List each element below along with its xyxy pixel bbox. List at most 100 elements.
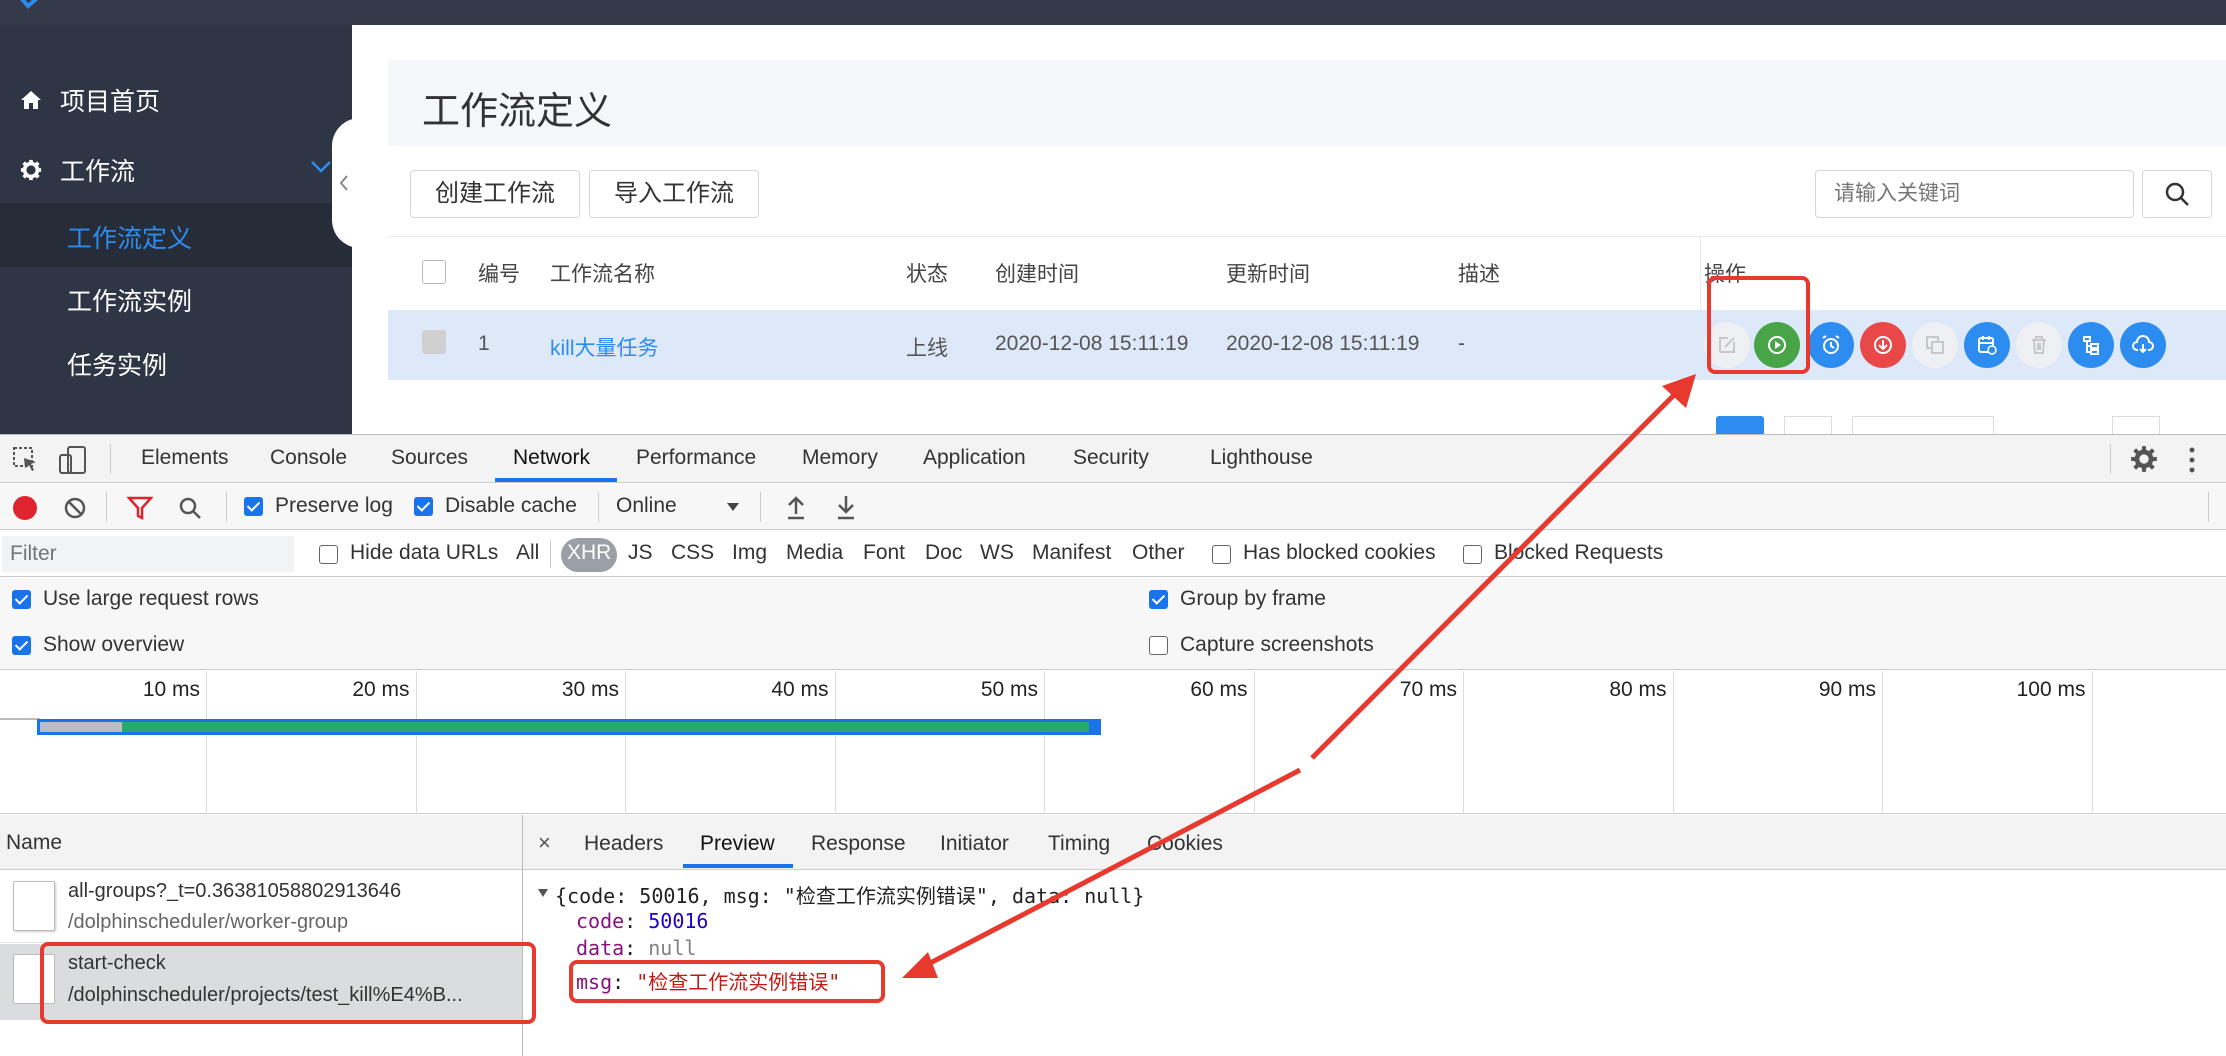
group-by-frame-checkbox[interactable]: [1149, 590, 1168, 609]
row-updated-time: 2020-12-08 15:11:19: [1226, 332, 1420, 355]
trash-icon: [2032, 336, 2046, 354]
expand-triangle-icon[interactable]: [537, 888, 549, 898]
pagination-page-size[interactable]: [1852, 416, 1994, 436]
search-icon[interactable]: [178, 496, 202, 520]
filter-type-xhr[interactable]: XHR: [567, 541, 611, 565]
sidebar-item-workflow[interactable]: 工作流: [20, 152, 332, 188]
search-icon: [2165, 182, 2189, 206]
detail-tabbar: [523, 815, 2226, 870]
pagination-jump-input[interactable]: [2112, 416, 2160, 436]
show-overview-label: Show overview: [43, 633, 185, 656]
blocked-requests-checkbox[interactable]: [1463, 545, 1482, 564]
inspect-element-icon[interactable]: [12, 446, 40, 474]
row-status: 上线: [906, 337, 948, 360]
pagination-current-page[interactable]: [1716, 416, 1764, 436]
clear-icon[interactable]: [63, 496, 87, 520]
detail-tab-response[interactable]: Response: [811, 832, 906, 856]
filter-type-media[interactable]: Media: [786, 541, 843, 565]
timeline-tick-label: 90 ms: [1818, 678, 1876, 701]
preserve-log-checkbox[interactable]: [244, 497, 263, 516]
tab-network[interactable]: Network: [513, 446, 590, 470]
request-row[interactable]: all-groups?_t=0.36381058802913646 /dolph…: [0, 871, 522, 943]
name-column-header[interactable]: Name: [6, 831, 62, 855]
filter-icon[interactable]: [127, 496, 153, 520]
throttling-select[interactable]: Online: [616, 494, 677, 518]
preview-summary[interactable]: {code: 50016, msg: "检查工作流实例错误", data: nu…: [555, 880, 1144, 909]
filter-type-manifest[interactable]: Manifest: [1032, 541, 1111, 565]
copy-icon: [1926, 336, 1944, 354]
timeline-gridline: [206, 671, 207, 814]
capture-screenshots-checkbox[interactable]: [1149, 636, 1168, 655]
filter-type-all[interactable]: All: [516, 541, 539, 565]
detail-tab-headers[interactable]: Headers: [584, 832, 663, 856]
tab-security[interactable]: Security: [1073, 446, 1149, 470]
create-workflow-button[interactable]: 创建工作流: [410, 170, 580, 218]
search-button[interactable]: [2142, 170, 2212, 218]
copy-button[interactable]: [1912, 322, 1958, 368]
offline-button[interactable]: [1860, 322, 1906, 368]
timeline-tick-label: 100 ms: [2016, 678, 2086, 701]
detail-tab-cookies[interactable]: Cookies: [1147, 832, 1223, 856]
search-input[interactable]: [1815, 170, 2134, 218]
tab-memory[interactable]: Memory: [802, 446, 878, 470]
show-overview-checkbox[interactable]: [12, 636, 31, 655]
active-tab-indicator: [495, 478, 617, 482]
row-description: -: [1458, 332, 1465, 355]
pagination-next-page[interactable]: [1784, 416, 1832, 436]
detail-tab-initiator[interactable]: Initiator: [940, 832, 1009, 856]
home-icon: [21, 91, 41, 109]
disable-cache-checkbox[interactable]: [414, 497, 433, 516]
timeline-gridline: [2091, 671, 2093, 814]
caret-down-icon: [727, 503, 739, 511]
tab-elements[interactable]: Elements: [141, 446, 229, 470]
device-toolbar-icon[interactable]: [58, 445, 88, 475]
detail-tab-timing[interactable]: Timing: [1048, 832, 1110, 856]
alarm-clock-icon: [1822, 335, 1840, 354]
tab-performance[interactable]: Performance: [636, 446, 756, 470]
export-har-icon[interactable]: [835, 494, 857, 520]
delete-button[interactable]: [2016, 322, 2062, 368]
tab-console[interactable]: Console: [270, 446, 347, 470]
sidebar-item-workflow-instance[interactable]: 工作流实例: [67, 282, 192, 318]
select-all-checkbox[interactable]: [422, 260, 446, 284]
filter-type-doc[interactable]: Doc: [925, 541, 962, 565]
request-name: all-groups?_t=0.36381058802913646: [68, 880, 402, 902]
import-har-icon[interactable]: [785, 494, 807, 520]
detail-tab-preview[interactable]: Preview: [700, 832, 775, 856]
large-rows-checkbox[interactable]: [12, 590, 31, 609]
sidebar-item-task-instance[interactable]: 任务实例: [67, 346, 167, 382]
export-button[interactable]: [2120, 322, 2166, 368]
filter-type-font[interactable]: Font: [863, 541, 905, 565]
filter-type-img[interactable]: Img: [732, 541, 767, 565]
filter-type-ws[interactable]: WS: [980, 541, 1014, 565]
request-bar-download: [122, 722, 1089, 732]
tab-sources[interactable]: Sources: [391, 446, 468, 470]
timing-button[interactable]: [1808, 322, 1854, 368]
settings-gear-icon[interactable]: [2130, 445, 2158, 473]
timeline-tick-label: 20 ms: [352, 678, 410, 701]
blocked-requests-label: Blocked Requests: [1494, 541, 1664, 564]
cron-manage-button[interactable]: [1964, 322, 2010, 368]
row-checkbox[interactable]: [422, 330, 446, 354]
record-icon[interactable]: [13, 496, 37, 520]
import-workflow-button[interactable]: 导入工作流: [589, 170, 759, 218]
sidebar-item-workflow-definition[interactable]: 工作流定义: [0, 203, 352, 267]
tab-application[interactable]: Application: [923, 446, 1026, 470]
sidebar-item-label: 任务实例: [67, 352, 168, 380]
filter-input[interactable]: [2, 536, 294, 572]
has-blocked-cookies-checkbox[interactable]: [1212, 545, 1231, 564]
close-detail-button[interactable]: ×: [538, 830, 551, 856]
tree-view-button[interactable]: [2068, 322, 2114, 368]
filter-type-other[interactable]: Other: [1132, 541, 1185, 565]
json-number: 50016: [648, 909, 709, 933]
filter-type-css[interactable]: CSS: [671, 541, 714, 565]
filter-type-js[interactable]: JS: [628, 541, 653, 565]
timeline-tick-label: 60 ms: [1190, 678, 1248, 701]
more-options-icon[interactable]: [2186, 446, 2198, 474]
workflow-name-link[interactable]: kill大量任务: [550, 332, 659, 362]
timeline-gridline: [834, 671, 836, 814]
sidebar-item-label: 项目首页: [60, 88, 161, 116]
tab-lighthouse[interactable]: Lighthouse: [1210, 446, 1313, 470]
sidebar-item-project-home[interactable]: 项目首页: [20, 82, 160, 118]
hide-data-urls-checkbox[interactable]: [319, 545, 338, 564]
